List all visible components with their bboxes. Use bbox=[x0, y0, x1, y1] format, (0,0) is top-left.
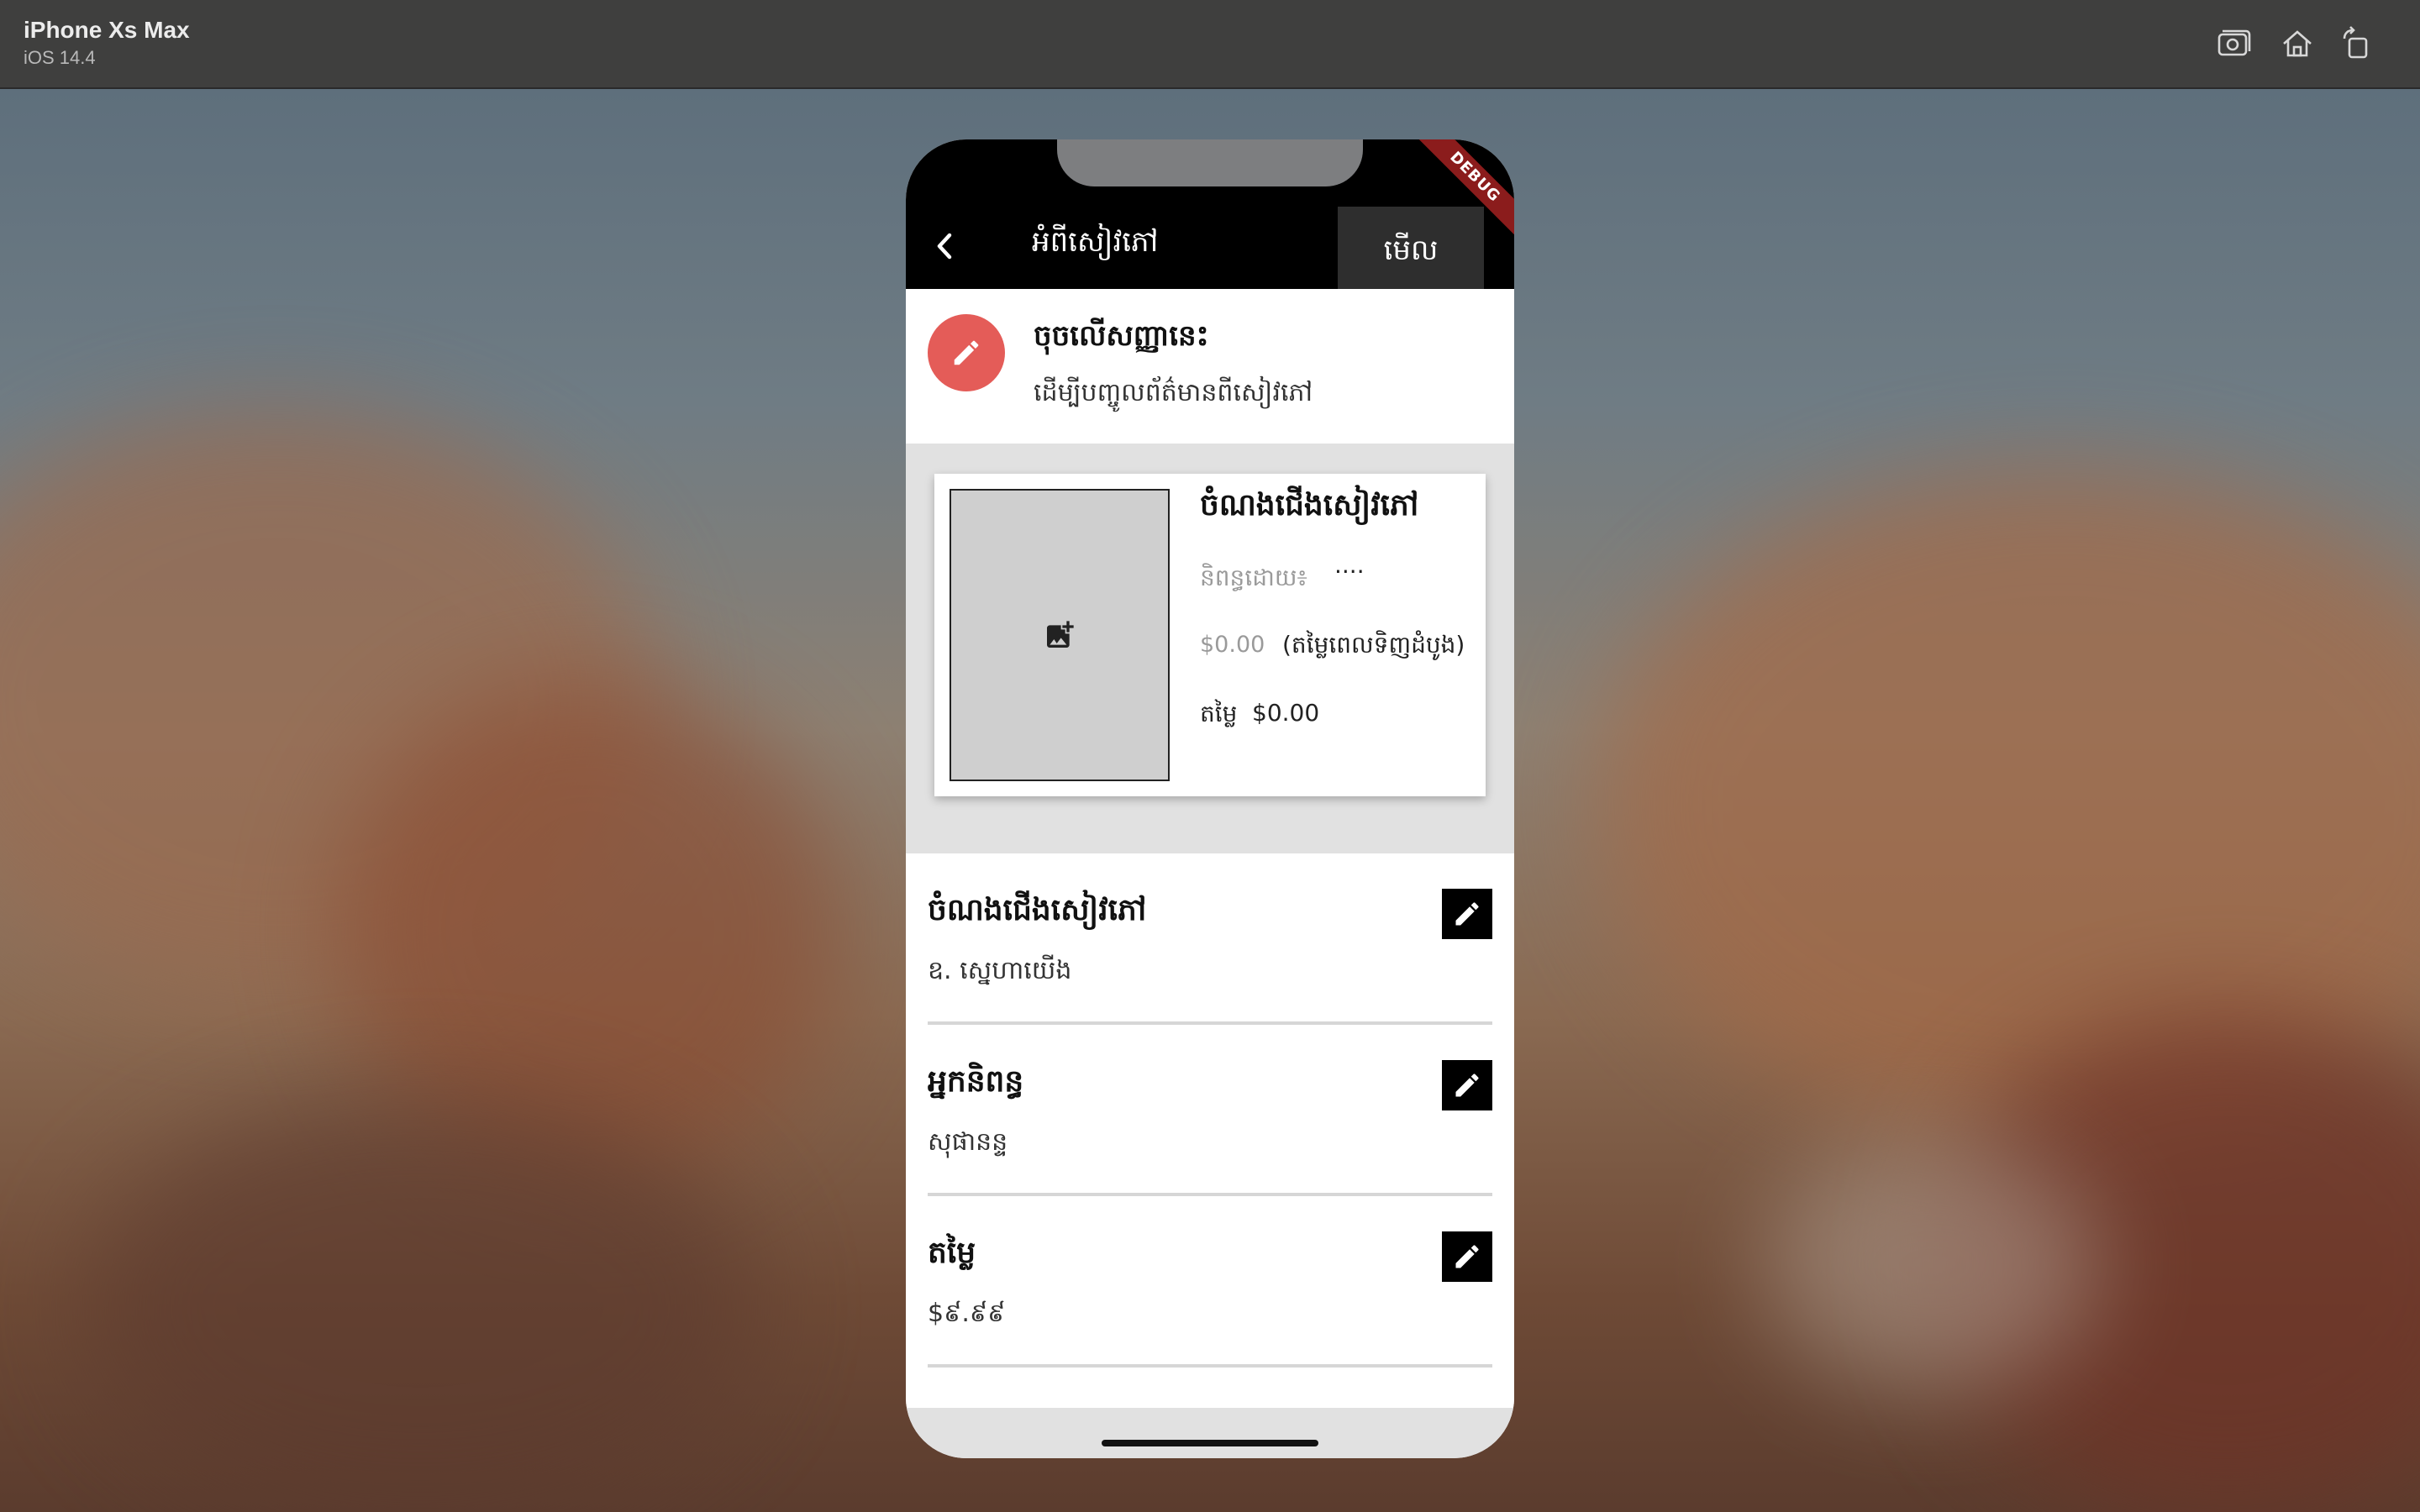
home-indicator[interactable] bbox=[1102, 1440, 1318, 1446]
edit-author-button[interactable] bbox=[1442, 1060, 1492, 1110]
hint-title: ចុចលើសញ្ញានេះ bbox=[1034, 319, 1209, 353]
author-value: ···· bbox=[1334, 558, 1365, 585]
author-label: និពន្ធដោយ៖ bbox=[1200, 564, 1307, 591]
price-value: $0.00 bbox=[1252, 699, 1320, 727]
price-label: តម្លៃ bbox=[1200, 700, 1238, 727]
os-version: iOS 14.4 bbox=[24, 47, 96, 68]
notch bbox=[1057, 139, 1363, 186]
edit-fab[interactable] bbox=[928, 314, 1005, 391]
phone-screen: DEBUG អំពីសៀវភៅ មើល ចុចលើសញ្ញានេះ ដើម្បី… bbox=[906, 139, 1514, 1458]
preview-title: ចំណងជើងសៀវភៅ bbox=[1200, 488, 1419, 522]
field-price: តម្លៃ $៩.៩៩ bbox=[928, 1196, 1492, 1368]
pencil-icon bbox=[1455, 1074, 1479, 1097]
pencil-icon bbox=[954, 340, 979, 365]
pencil-icon bbox=[1455, 1245, 1479, 1268]
field-value: ឧ. ស្នេហាយើង bbox=[928, 956, 1072, 985]
form-fields: ចំណងជើងសៀវភៅ ឧ. ស្នេហាយើង អ្នកនិពន្ធ សុផ… bbox=[906, 853, 1514, 1408]
field-label: ចំណងជើងសៀវភៅ bbox=[928, 893, 1147, 927]
chevron-left-icon bbox=[937, 233, 952, 260]
home-icon[interactable] bbox=[2277, 24, 2317, 64]
field-label: អ្នកនិពន្ធ bbox=[928, 1064, 1024, 1099]
cover-image-picker[interactable] bbox=[950, 489, 1170, 781]
screenshot-icon[interactable] bbox=[2213, 24, 2254, 64]
rotate-icon[interactable] bbox=[2336, 24, 2376, 64]
edit-title-button[interactable] bbox=[1442, 889, 1492, 939]
field-author: អ្នកនិពន្ធ សុផានន្ទ bbox=[928, 1025, 1492, 1196]
field-value: សុផានន្ទ bbox=[928, 1127, 1008, 1157]
bottom-safe-area bbox=[906, 1408, 1514, 1458]
book-preview-card: ចំណងជើងសៀវភៅ និពន្ធដោយ៖ ···· $0.00 (តម្ល… bbox=[934, 474, 1486, 796]
field-label: តម្លៃ bbox=[928, 1236, 976, 1270]
app-bar: DEBUG អំពីសៀវភៅ មើល bbox=[906, 139, 1514, 289]
edit-price-button[interactable] bbox=[1442, 1231, 1492, 1282]
pencil-icon bbox=[1455, 902, 1479, 926]
preview-section: ចំណងជើងសៀវភៅ និពន្ធដោយ៖ ···· $0.00 (តម្ល… bbox=[906, 444, 1514, 853]
original-price-note: (តម្លៃពេលទិញដំបូង) bbox=[1282, 631, 1465, 659]
back-button[interactable] bbox=[924, 225, 966, 267]
device-name: iPhone Xs Max bbox=[24, 17, 190, 43]
field-value: $៩.៩៩ bbox=[928, 1299, 1006, 1328]
page-title: អំពីសៀវភៅ bbox=[1032, 225, 1159, 259]
simulator-title-bar: iPhone Xs Max iOS 14.4 bbox=[0, 0, 2420, 89]
add-photo-icon bbox=[1047, 621, 1074, 648]
hint-subtitle: ដើម្បីបញ្ចូលព័ត៌មានពីសៀវភៅ bbox=[1034, 378, 1313, 407]
view-button[interactable]: មើល bbox=[1338, 207, 1484, 289]
field-title: ចំណងជើងសៀវភៅ ឧ. ស្នេហាយើង bbox=[928, 853, 1492, 1025]
hint-row: ចុចលើសញ្ញានេះ ដើម្បីបញ្ចូលព័ត៌មានពីសៀវភៅ bbox=[906, 289, 1514, 444]
original-price: $0.00 bbox=[1200, 632, 1265, 658]
